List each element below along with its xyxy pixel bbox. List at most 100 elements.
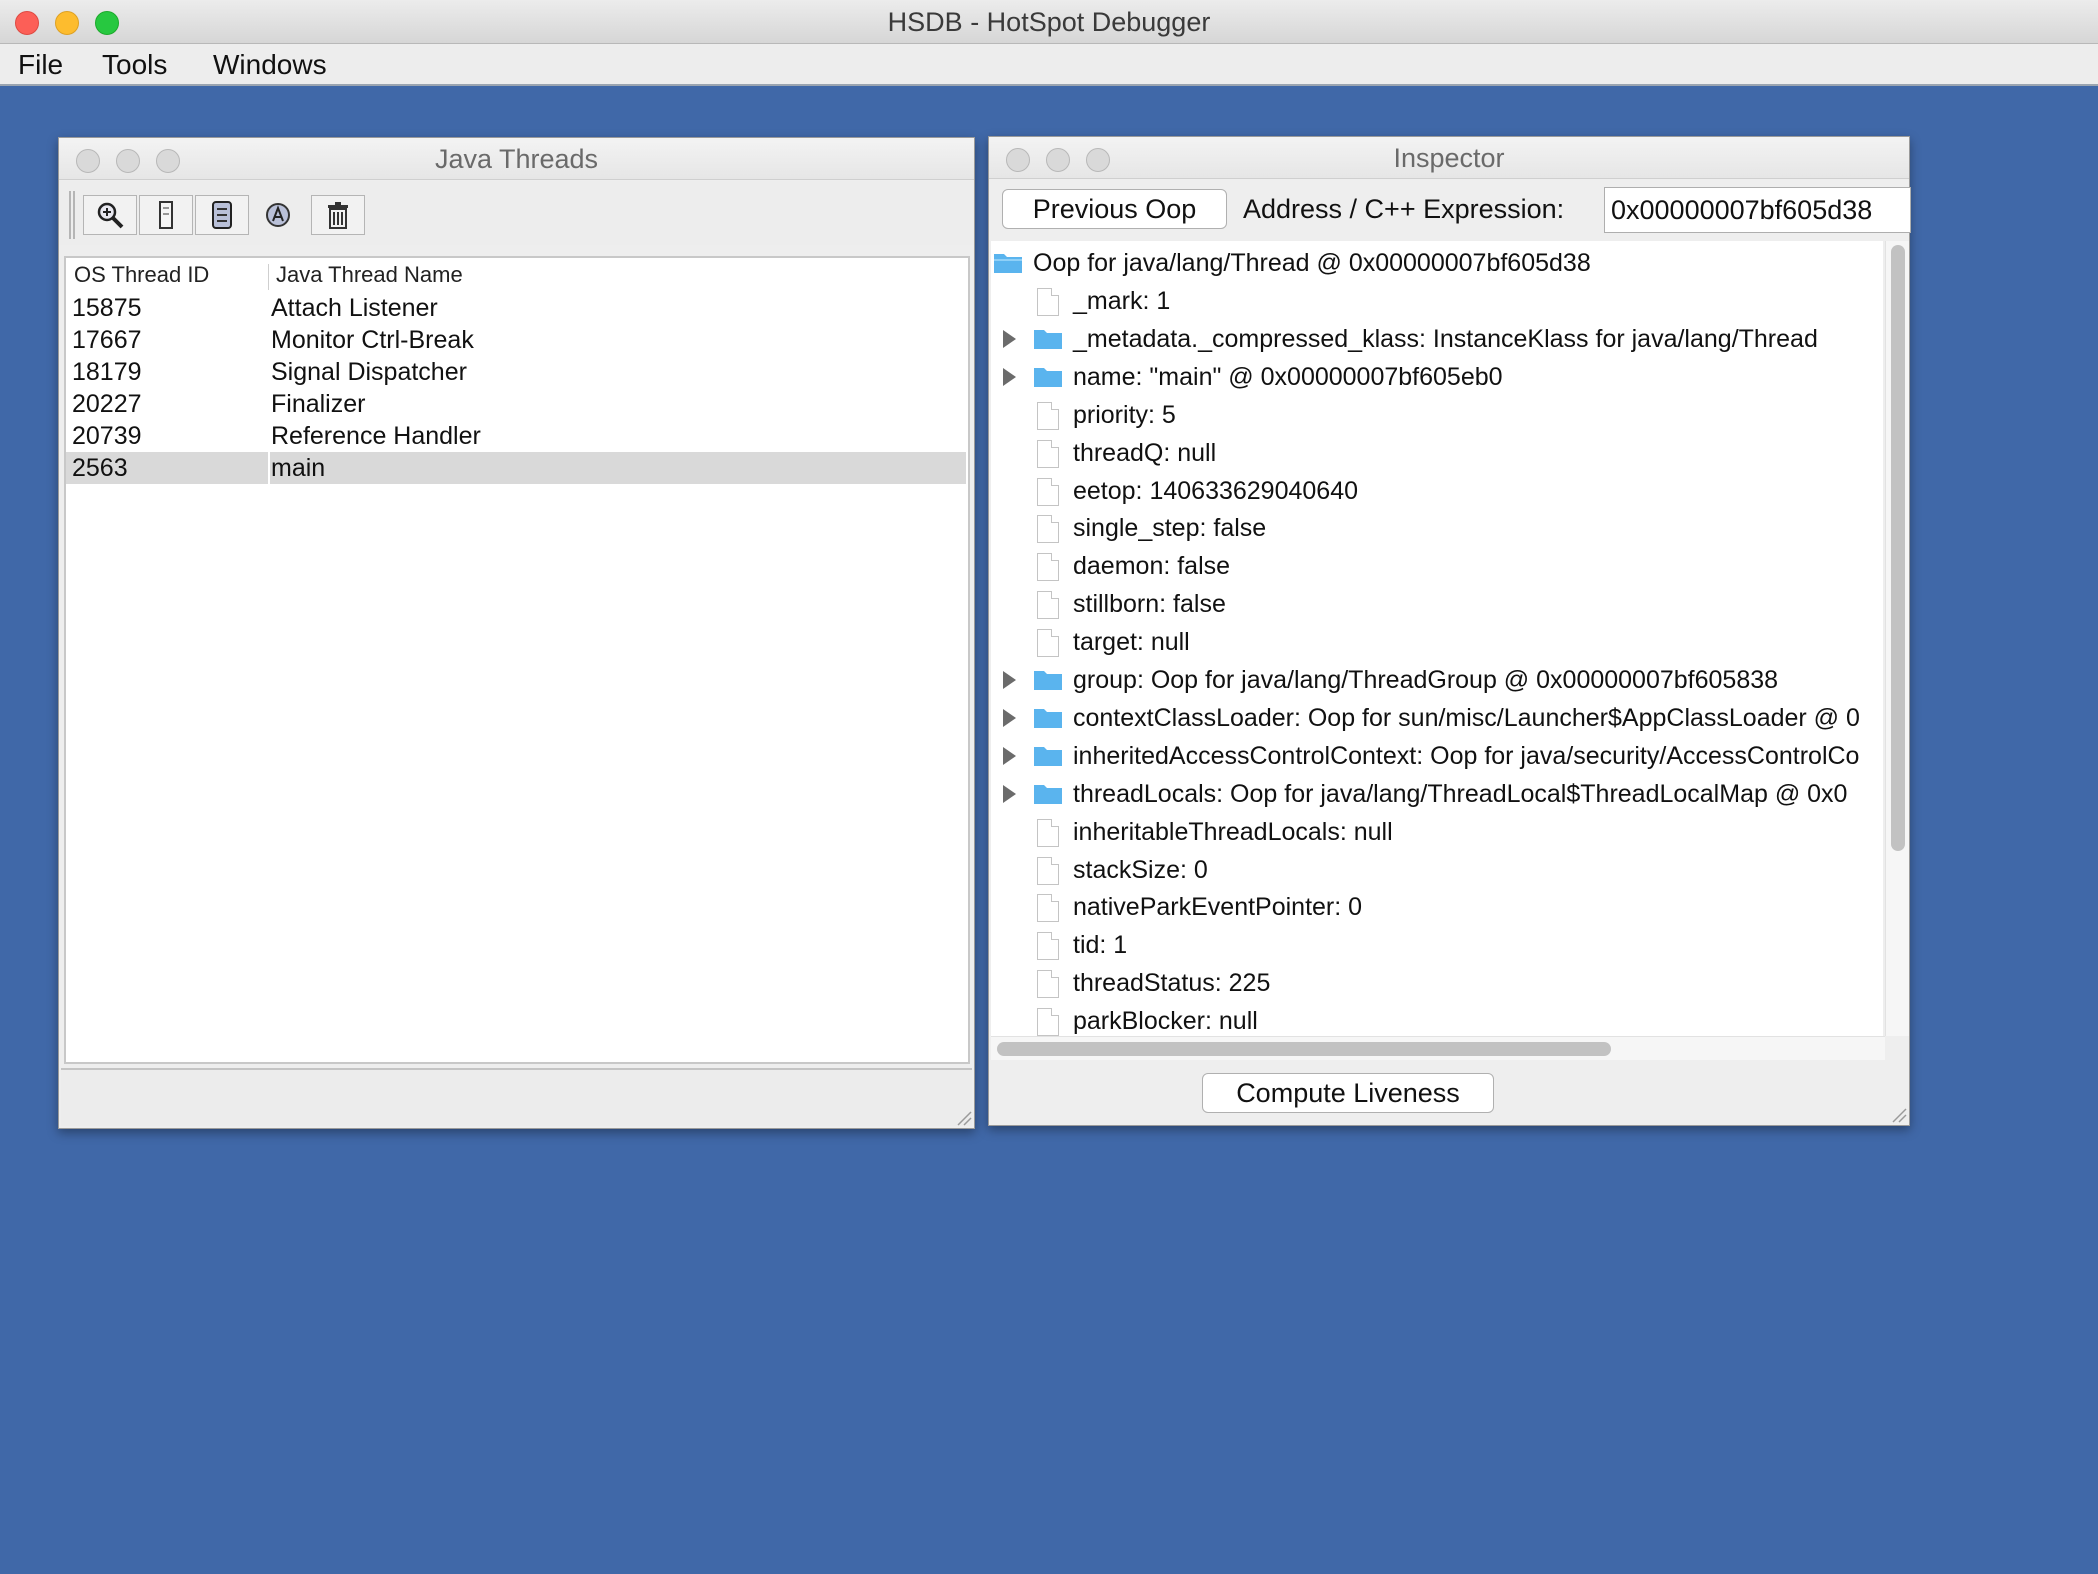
oop-tree: Oop for java/lang/Thread @ 0x00000007bf6… (991, 241, 1883, 1036)
tree-field-label: priority: 5 (1073, 400, 1176, 429)
address-label: Address / C++ Expression: (1243, 194, 1565, 224)
thread-name-cell: Monitor Ctrl-Break (271, 326, 474, 354)
expand-arrow-icon[interactable] (1003, 784, 1016, 803)
thread-id-cell: 2563 (72, 454, 128, 482)
tree-field-label: group: Oop for java/lang/ThreadGroup @ 0… (1073, 666, 1779, 694)
java-threads-window: Java Threads OS Thread ID Java Thread Na… (58, 137, 975, 1129)
folder-open-icon (994, 254, 1022, 273)
menu-windows[interactable]: Windows (213, 44, 327, 86)
document-icon (1037, 818, 1059, 847)
tree-root-label: Oop for java/lang/Thread @ 0x00000007bf6… (1033, 249, 1591, 277)
java-threads-titlebar[interactable]: Java Threads (59, 138, 974, 180)
folder-icon (1034, 671, 1062, 690)
inspector-window: Inspector Previous Oop Address / C++ Exp… (988, 136, 1911, 1126)
tree-field-label: parkBlocker: null (1073, 1007, 1258, 1036)
tree-field-label: single_step: false (1073, 514, 1267, 543)
table-row[interactable]: 20739 Reference Handler (66, 420, 966, 452)
trash-icon (328, 202, 348, 229)
tree-field-label: stillborn: false (1073, 590, 1226, 619)
show-java-stack-icon (212, 201, 232, 229)
document-icon (1037, 970, 1059, 999)
tree-field-label: stackSize: 0 (1073, 855, 1208, 884)
tree-field-label: inheritedAccessControlContext: Oop for j… (1073, 741, 1860, 770)
threads-toolbar (59, 181, 974, 245)
tree-field-label: _mark: 1 (1073, 287, 1171, 315)
tree-field-label: threadLocals: Oop for java/lang/ThreadLo… (1073, 779, 1848, 808)
thread-id-cell: 15875 (72, 294, 142, 322)
table-row[interactable]: 17667 Monitor Ctrl-Break (66, 324, 966, 356)
thread-id-cell: 18179 (72, 358, 142, 386)
column-header-os-thread-id[interactable]: OS Thread ID (74, 258, 209, 292)
folder-icon (1034, 367, 1062, 387)
thread-name-cell: Attach Listener (271, 294, 438, 322)
inspector-title: Inspector (1393, 143, 1505, 173)
thread-name-cell: Reference Handler (271, 422, 481, 450)
folder-icon (1034, 784, 1062, 804)
inspect-thread-button[interactable] (83, 195, 137, 235)
expand-arrow-icon[interactable] (1003, 367, 1016, 386)
tree-field-label: threadQ: null (1073, 438, 1217, 467)
expand-arrow-icon[interactable] (1003, 708, 1016, 727)
window-title: HSDB - HotSpot Debugger (887, 7, 1211, 37)
thread-name-cell: main (271, 454, 326, 482)
document-icon (1037, 553, 1059, 582)
menu-tools[interactable]: Tools (102, 44, 167, 86)
tree-field-label: daemon: false (1073, 552, 1231, 581)
thread-info-icon (266, 203, 290, 227)
table-row[interactable]: 20227 Finalizer (66, 388, 966, 420)
tree-vertical-scrollbar[interactable] (1885, 241, 1909, 1036)
tree-field-label: threadStatus: 225 (1073, 969, 1271, 998)
tree-field-label: _metadata._compressed_klass: InstanceKla… (1073, 324, 1818, 353)
threads-table: OS Thread ID Java Thread Name 15875 Atta… (64, 256, 970, 1064)
folder-icon (1034, 329, 1062, 349)
tree-field-label: eetop: 140633629040640 (1073, 476, 1359, 505)
menu-bar: File Tools Windows (0, 44, 2098, 86)
compute-liveness-button[interactable]: Compute Liveness (1202, 1073, 1494, 1113)
vertical-scroll-thumb[interactable] (1891, 245, 1905, 851)
inspector-titlebar[interactable]: Inspector (989, 137, 1909, 179)
stack-memory-button[interactable] (139, 195, 193, 235)
threads-table-header: OS Thread ID Java Thread Name (66, 258, 968, 292)
folder-icon (1034, 708, 1062, 728)
table-row-selected[interactable]: 2563 main (66, 452, 966, 484)
expand-arrow-icon[interactable] (1003, 671, 1016, 689)
thread-info-button[interactable] (251, 195, 305, 235)
document-icon (1037, 288, 1059, 316)
expand-arrow-icon[interactable] (1003, 746, 1016, 765)
threads-status-area (61, 1068, 972, 1126)
show-java-stack-button[interactable] (195, 195, 249, 235)
tree-field-label: tid: 1 (1073, 931, 1128, 960)
tree-horizontal-scrollbar[interactable] (991, 1036, 1885, 1060)
tree-field-label: nativeParkEventPointer: 0 (1073, 893, 1363, 922)
inspect-thread-icon (97, 202, 124, 229)
previous-oop-button[interactable]: Previous Oop (1002, 189, 1227, 229)
delete-button[interactable] (311, 195, 365, 235)
tree-field-label: name: "main" @ 0x00000007bf605eb0 (1073, 362, 1503, 391)
window-titlebar: HSDB - HotSpot Debugger (0, 0, 2098, 44)
address-input[interactable]: 0x00000007bf605d38 (1604, 187, 1911, 233)
folder-icon (1034, 746, 1062, 766)
thread-id-cell: 20739 (72, 422, 142, 450)
document-icon (1037, 477, 1059, 506)
thread-name-cell: Finalizer (271, 390, 366, 418)
tree-field-label: inheritableThreadLocals: null (1073, 817, 1393, 846)
expand-arrow-icon[interactable] (1003, 329, 1016, 348)
resize-grip-icon[interactable] (954, 1108, 972, 1126)
table-row[interactable]: 18179 Signal Dispatcher (66, 356, 966, 388)
resize-grip-icon[interactable] (1889, 1105, 1907, 1123)
toolbar-grip[interactable] (69, 191, 75, 239)
thread-id-cell: 17667 (72, 326, 142, 354)
document-icon (1037, 515, 1059, 544)
document-icon (1037, 894, 1059, 923)
tree-field-label: target: null (1073, 628, 1190, 657)
document-icon (1037, 629, 1059, 658)
horizontal-scroll-thumb[interactable] (997, 1042, 1611, 1056)
document-icon (1037, 856, 1059, 885)
column-header-java-thread-name[interactable]: Java Thread Name (276, 258, 463, 292)
document-icon (1037, 401, 1059, 430)
tree-field-label: contextClassLoader: Oop for sun/misc/Lau… (1073, 703, 1860, 732)
menu-file[interactable]: File (18, 44, 63, 86)
table-row[interactable]: 15875 Attach Listener (66, 292, 966, 324)
thread-name-cell: Signal Dispatcher (271, 358, 467, 386)
document-icon (1037, 1008, 1059, 1036)
